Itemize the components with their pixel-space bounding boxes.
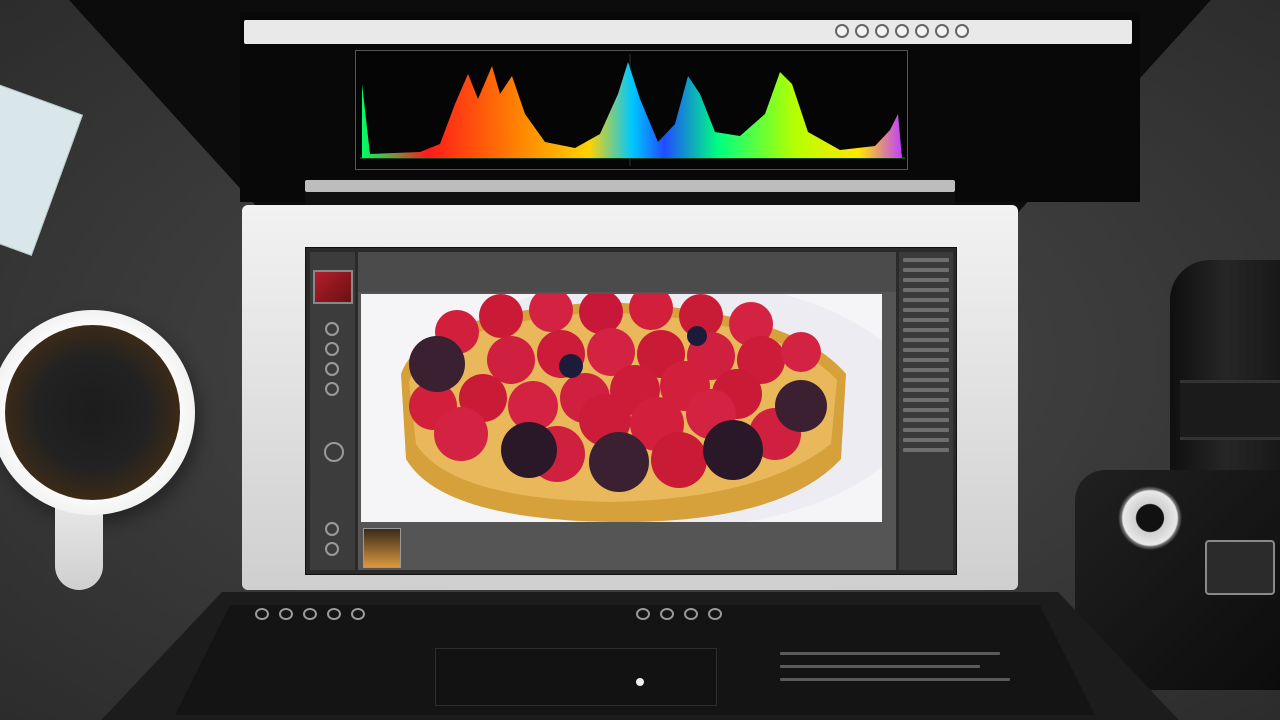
tool-icon[interactable]	[325, 342, 339, 356]
adjustment-slider[interactable]	[903, 278, 949, 282]
toolbar-button[interactable]	[935, 24, 949, 38]
adjustment-slider[interactable]	[903, 338, 949, 342]
toolbar-button[interactable]	[915, 24, 929, 38]
adjustment-slider[interactable]	[903, 378, 949, 382]
histogram-curve	[362, 62, 902, 158]
deck-controls-center	[636, 608, 722, 620]
color-histogram	[360, 54, 905, 166]
toolbar-button[interactable]	[875, 24, 889, 38]
tool-icon[interactable]	[325, 362, 339, 376]
deck-sliders	[780, 652, 1020, 681]
toolbar-button[interactable]	[895, 24, 909, 38]
preview-thumbnail[interactable]	[313, 270, 353, 304]
deck-control-icon[interactable]	[255, 608, 269, 620]
adjustment-slider[interactable]	[903, 448, 949, 452]
compass-icon[interactable]	[324, 442, 344, 462]
adjustment-slider[interactable]	[903, 318, 949, 322]
deck-slider[interactable]	[780, 652, 1000, 655]
adjustment-slider[interactable]	[903, 368, 949, 372]
bottom-tools	[325, 522, 339, 556]
camera-mode-dial	[1118, 486, 1182, 550]
lid-strip	[305, 180, 955, 192]
adjustment-slider[interactable]	[903, 418, 949, 422]
adjustment-slider[interactable]	[903, 408, 949, 412]
right-panel	[899, 252, 953, 570]
canvas-header	[358, 252, 896, 292]
deck-slider[interactable]	[780, 678, 1010, 681]
coffee	[5, 325, 180, 500]
deck-slider[interactable]	[780, 665, 980, 668]
tool-column	[325, 322, 339, 396]
paper-note	[0, 84, 83, 256]
deck-control-icon[interactable]	[684, 608, 698, 620]
photo-canvas[interactable]	[361, 294, 882, 522]
toolbar-button[interactable]	[835, 24, 849, 38]
deck-control-icon[interactable]	[708, 608, 722, 620]
toolbar-button[interactable]	[955, 24, 969, 38]
adjustment-slider[interactable]	[903, 358, 949, 362]
adjustment-slider[interactable]	[903, 258, 949, 262]
adjustment-slider[interactable]	[903, 438, 949, 442]
adjustment-slider[interactable]	[903, 298, 949, 302]
deck-control-icon[interactable]	[303, 608, 317, 620]
filmstrip-thumbnail[interactable]	[363, 528, 401, 568]
deck-controls-left	[255, 608, 365, 620]
tool-icon[interactable]	[325, 382, 339, 396]
adjustment-slider[interactable]	[903, 288, 949, 292]
camera-lens-ring	[1180, 380, 1280, 440]
adjustment-slider[interactable]	[903, 268, 949, 272]
adjustment-slider[interactable]	[903, 398, 949, 402]
deck-control-icon[interactable]	[660, 608, 674, 620]
adjustment-slider[interactable]	[903, 348, 949, 352]
deck-control-icon[interactable]	[279, 608, 293, 620]
toolbar-buttons	[835, 24, 969, 38]
adjustment-slider[interactable]	[903, 308, 949, 312]
trackpad[interactable]	[435, 648, 717, 706]
camera-hotshoe	[1205, 540, 1275, 595]
tool-icon[interactable]	[325, 322, 339, 336]
tool-icon[interactable]	[325, 522, 339, 536]
toolbar-button[interactable]	[855, 24, 869, 38]
top-toolbar	[244, 20, 1132, 44]
adjustment-slider[interactable]	[903, 328, 949, 332]
berry-tart-photo	[361, 294, 882, 522]
adjustment-slider[interactable]	[903, 388, 949, 392]
adjustment-slider[interactable]	[903, 428, 949, 432]
tool-icon[interactable]	[325, 542, 339, 556]
deck-control-icon[interactable]	[351, 608, 365, 620]
cursor-dot	[636, 678, 644, 686]
deck-control-icon[interactable]	[636, 608, 650, 620]
deck-control-icon[interactable]	[327, 608, 341, 620]
